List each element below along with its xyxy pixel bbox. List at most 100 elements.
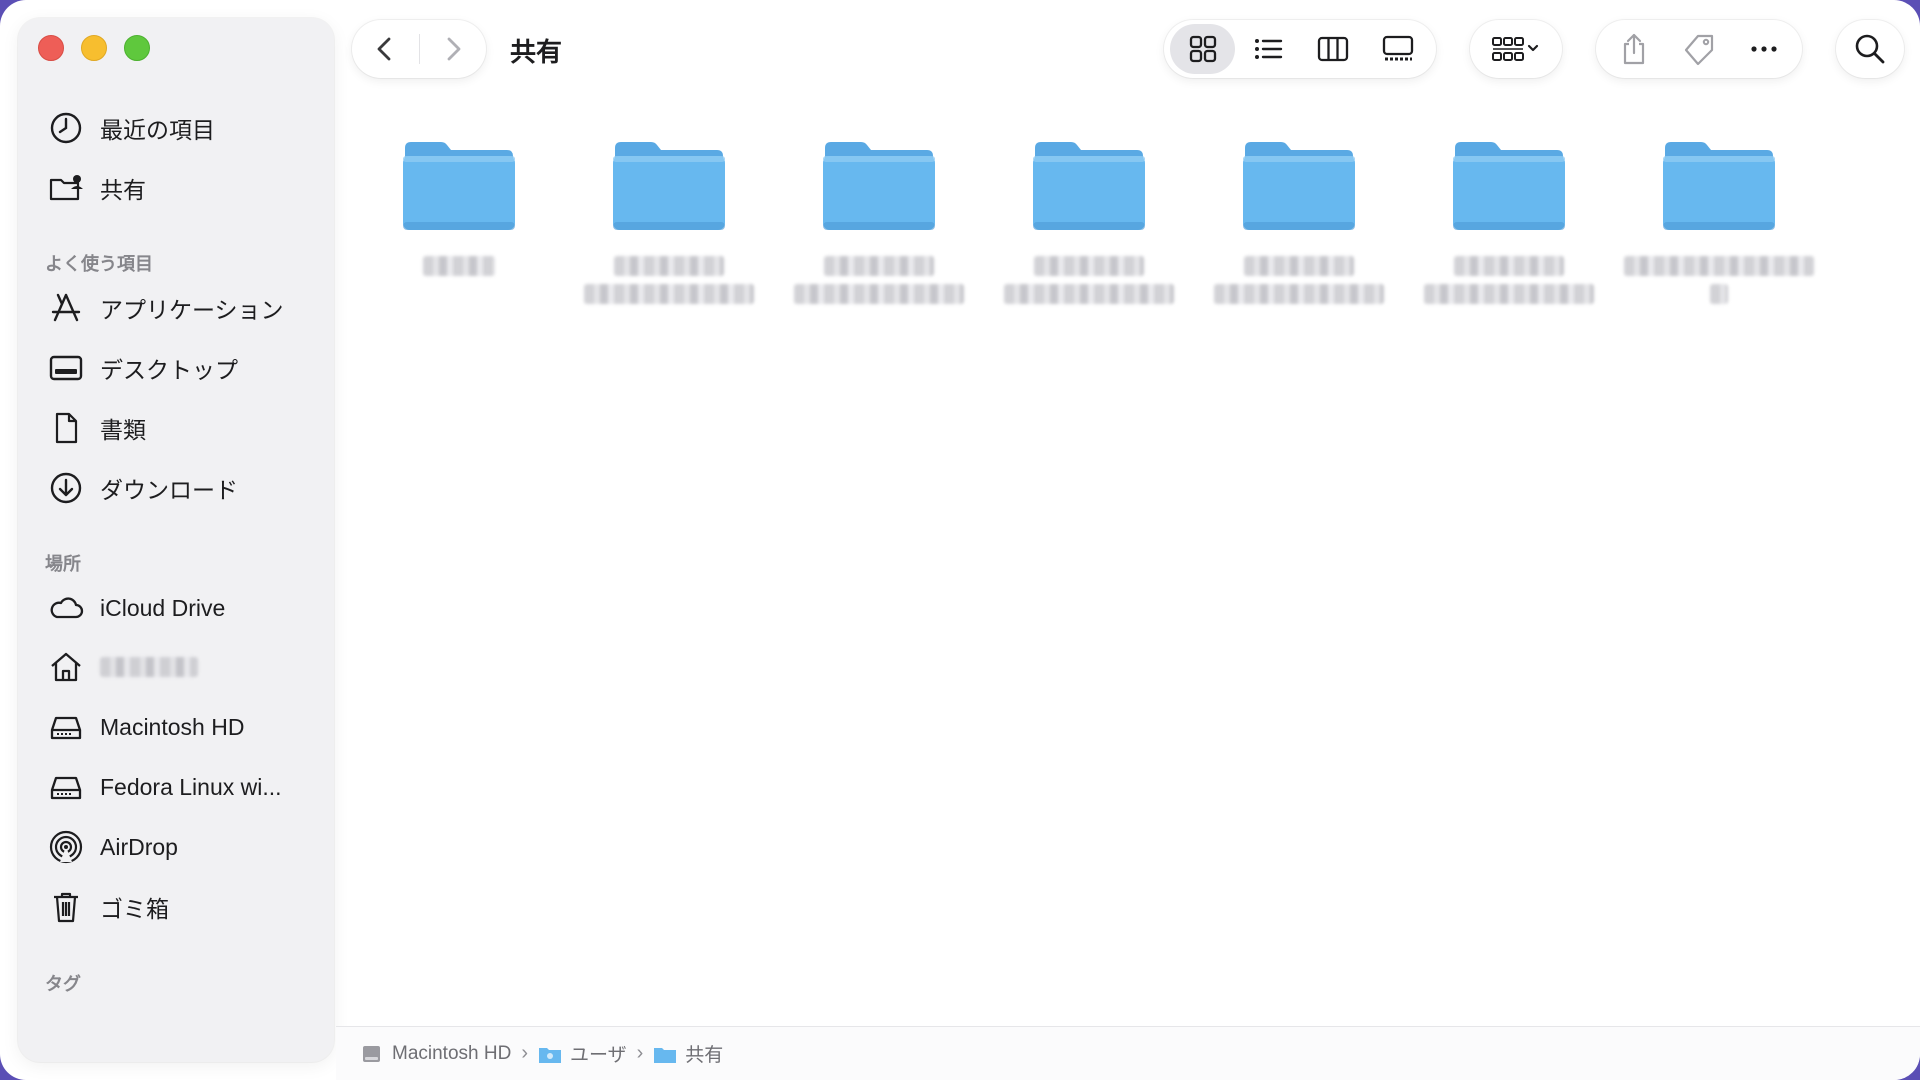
group-icon [1492,37,1539,61]
folder-icon [539,1047,561,1063]
sidebar-item-macintosh-hd[interactable]: Macintosh HD [48,705,318,749]
folder-item[interactable] [1204,138,1394,338]
sidebar-item-icloud[interactable]: iCloud Drive [48,586,318,630]
shared-folder-icon [49,175,83,201]
icon-view-button[interactable] [1170,24,1235,74]
path-item-label: ユーザ [570,1045,627,1066]
sidebar-item-airdrop[interactable]: AirDrop [48,825,318,869]
close-button[interactable] [38,35,64,61]
list-view-icon [1254,39,1282,59]
icon-view-icon [1189,35,1216,63]
path-separator: › [636,1042,644,1064]
sidebar-item-label: iCloud Drive [100,594,226,621]
folder-icon [1243,142,1355,230]
folder-name-redacted [584,256,754,304]
chevron-right-icon [447,37,461,61]
folder-name-redacted [794,256,964,304]
cloud-icon [50,597,84,619]
folder-label-line [1624,256,1814,276]
sidebar-item-label: Fedora Linux wi... [100,773,282,800]
sidebar-item-desktop[interactable]: デスクトップ [48,346,318,390]
applications-icon [51,293,81,322]
sidebar-item-documents[interactable]: 書類 [48,406,318,450]
share-icon [1624,33,1645,65]
folder-icon [1453,142,1565,230]
sidebar-item-home[interactable] [48,645,318,689]
share-button[interactable] [1602,24,1667,74]
folder-label-line [824,256,934,276]
gallery-view-icon [1382,35,1413,61]
sidebar-item-label: AirDrop [100,833,178,860]
sidebar-item-recents[interactable]: 最近の項目 [48,106,318,150]
column-view-button[interactable] [1300,24,1365,74]
folder-grid [334,100,1920,1025]
folder-label-line [1214,284,1384,304]
folder-label-line [1710,284,1728,304]
folder-label-line [1034,256,1144,276]
list-view-button[interactable] [1235,24,1300,74]
folder-icon [654,1047,677,1063]
sidebar-item-applications[interactable]: アプリケーション [48,286,318,330]
more-button[interactable] [1731,24,1796,74]
download-icon [50,472,82,504]
sidebar-item-label: アプリケーション [100,297,284,323]
document-icon [55,412,78,444]
sidebar-item-fedora[interactable]: Fedora Linux wi... [48,765,318,809]
sidebar-item-label: 共有 [100,177,146,203]
tag-icon [1684,34,1714,66]
airdrop-icon [49,830,83,864]
more-icon [1751,46,1777,52]
search-button[interactable] [1836,24,1904,74]
desktop-icon [49,355,83,381]
forward-button[interactable] [420,20,487,78]
drive-icon [50,776,82,800]
sidebar-item-downloads[interactable]: ダウンロード [48,466,318,510]
folder-item[interactable] [574,138,764,338]
path-item-users[interactable]: ユーザ [538,1040,627,1067]
path-item-shared[interactable]: 共有 [653,1040,723,1067]
section-locations: 場所 [45,554,81,574]
folder-label-line [1424,284,1594,304]
folder-icon [403,142,515,230]
zoom-button[interactable] [124,35,150,61]
path-item-label: Macintosh HD [392,1042,512,1064]
group-button[interactable] [1476,24,1556,74]
window-title: 共有 [510,37,563,67]
chevron-left-icon [377,37,391,61]
folder-item[interactable] [1624,138,1814,338]
folder-item[interactable] [1414,138,1604,338]
back-button[interactable] [352,20,419,78]
folder-label-line [794,284,964,304]
sidebar-item-trash[interactable]: ゴミ箱 [48,885,318,929]
folder-item[interactable] [364,138,554,338]
view-mode-switcher [1164,20,1436,78]
navigation-controls [352,20,486,78]
folder-label-line [584,284,754,304]
home-icon [51,652,81,682]
folder-label-line [1454,256,1564,276]
tag-button[interactable] [1667,24,1732,74]
action-controls [1596,20,1802,78]
section-favorites: よく使う項目 [45,254,153,274]
folder-icon [823,142,935,230]
minimize-button[interactable] [81,35,107,61]
sidebar-item-label: デスクトップ [100,357,238,383]
folder-name-redacted [1424,256,1594,304]
trash-icon [54,892,78,923]
folder-name-redacted [1004,256,1174,304]
folder-label-line [1244,256,1354,276]
folder-label-line [1004,284,1174,304]
finder-window: 最近の項目 共有 よく使う項目 アプリケーション デスクトップ 書類 ダウンロー… [0,0,1920,1080]
folder-item[interactable] [994,138,1184,338]
folder-label-line [614,256,724,276]
sidebar-item-shared[interactable]: 共有 [48,166,318,210]
folder-item[interactable] [784,138,974,338]
folder-icon [1663,142,1775,230]
drive-icon [363,1045,380,1062]
path-item-macintosh-hd[interactable]: Macintosh HD [360,1043,511,1065]
sidebar-item-label: Macintosh HD [100,713,245,740]
folder-name-redacted [1624,256,1814,304]
gallery-view-button[interactable] [1365,24,1430,74]
sidebar-item-label: 書類 [100,417,146,443]
sidebar-item-label: ダウンロード [100,477,238,503]
